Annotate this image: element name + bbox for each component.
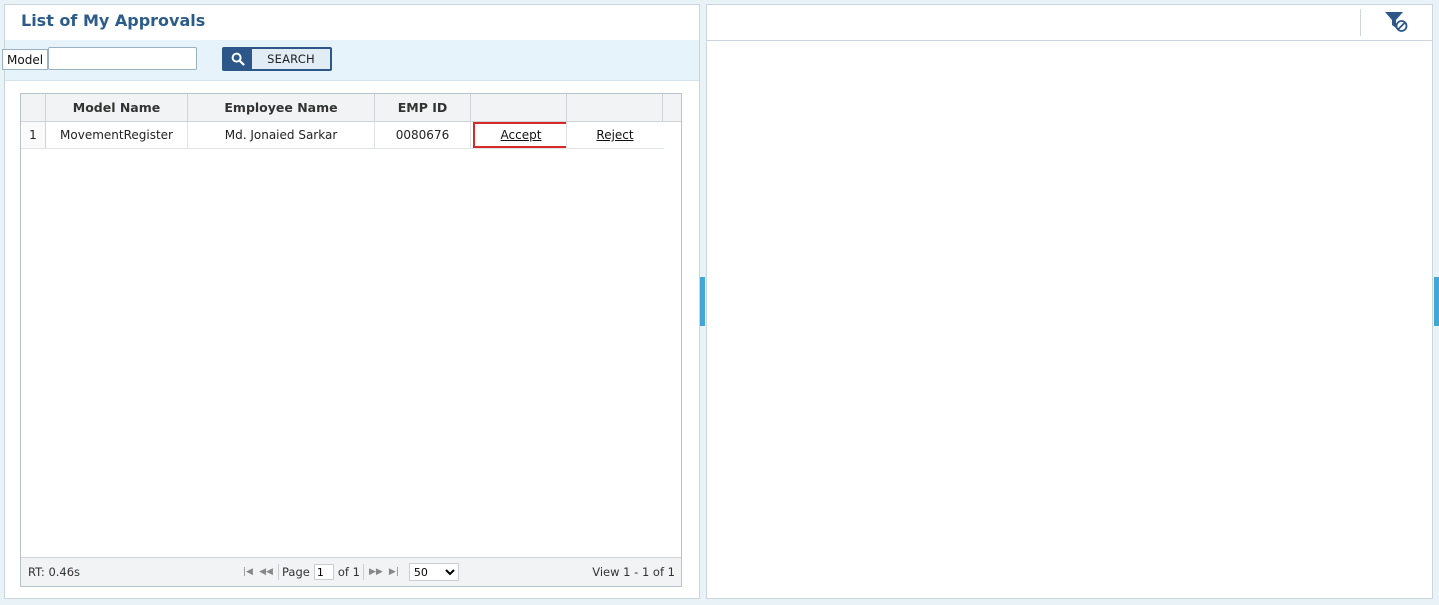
splitter-handle-right[interactable] <box>1434 277 1439 326</box>
splitter-handle-left[interactable] <box>700 277 705 326</box>
model-input[interactable] <box>48 47 197 70</box>
scrollbar-header <box>663 94 681 121</box>
panel-header: List of My Approvals <box>5 5 699 41</box>
rownum-header <box>21 94 46 121</box>
table-row[interactable]: 1 MovementRegister Md. Jonaied Sarkar 00… <box>21 122 664 149</box>
model-label: Model <box>2 49 49 70</box>
search-button-label: SEARCH <box>267 52 315 66</box>
search-bar: Model SEARCH <box>2 40 699 81</box>
cell-employee-name: Md. Jonaied Sarkar <box>188 122 375 148</box>
column-header-emp-id[interactable]: EMP ID <box>375 94 471 121</box>
page-count: of 1 <box>337 565 360 579</box>
approvals-grid: Model Name Employee Name EMP ID 1 Moveme… <box>20 93 682 587</box>
pager-separator <box>278 564 279 580</box>
next-page-icon[interactable]: ▶▶ <box>367 567 385 577</box>
cell-accept: Accept <box>471 122 567 148</box>
column-header-employee-name[interactable]: Employee Name <box>188 94 375 121</box>
filter-clear-icon <box>1383 9 1409 36</box>
detail-panel <box>706 4 1433 599</box>
search-icon <box>224 49 252 69</box>
cell-model-name: MovementRegister <box>46 122 188 148</box>
page-number-input[interactable] <box>313 564 334 580</box>
last-page-icon[interactable]: ▶| <box>385 567 403 577</box>
accept-link[interactable]: Accept <box>501 122 542 148</box>
row-number: 1 <box>21 122 46 148</box>
cell-reject: Reject <box>567 122 663 148</box>
reject-link[interactable]: Reject <box>596 128 633 142</box>
page-label: Page <box>282 565 310 579</box>
column-header-model-name[interactable]: Model Name <box>46 94 188 121</box>
pager-controls: |◀ ◀◀ Page of 1 ▶▶ ▶| 50 <box>239 562 459 582</box>
search-button[interactable]: SEARCH <box>222 47 332 71</box>
approvals-panel: List of My Approvals Model SEARCH Model … <box>2 4 700 599</box>
column-header-reject <box>567 94 663 121</box>
response-time: RT: 0.46s <box>28 565 81 579</box>
prev-page-icon[interactable]: ◀◀ <box>257 567 275 577</box>
page-title: List of My Approvals <box>21 11 206 30</box>
accept-highlight: Accept <box>473 122 566 148</box>
pager-separator <box>362 564 364 580</box>
detail-panel-header <box>707 5 1432 41</box>
view-records-info: View 1 - 1 of 1 <box>592 565 675 579</box>
first-page-icon[interactable]: |◀ <box>239 567 257 577</box>
grid-header: Model Name Employee Name EMP ID <box>21 94 681 122</box>
rows-per-page-select[interactable]: 50 <box>408 563 459 581</box>
clear-filter-button[interactable] <box>1360 9 1431 36</box>
cell-emp-id: 0080676 <box>375 122 471 148</box>
grid-pager: RT: 0.46s |◀ ◀◀ Page of 1 ▶▶ ▶| 50 View … <box>21 557 681 586</box>
column-header-accept <box>471 94 567 121</box>
